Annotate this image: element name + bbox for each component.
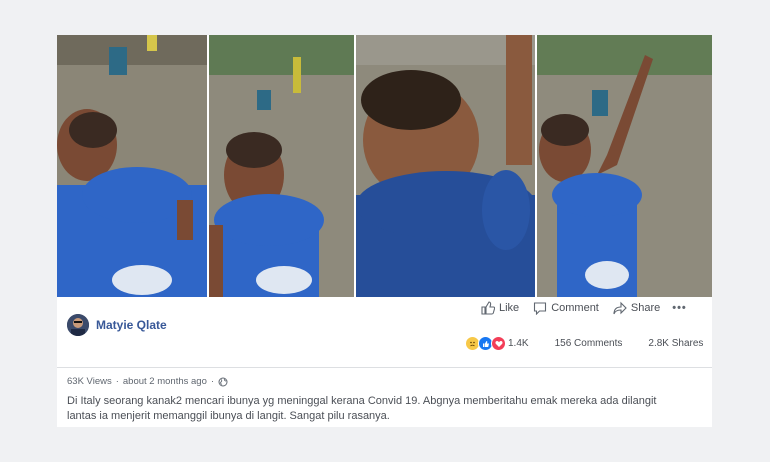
- video-thumbnail[interactable]: [57, 35, 712, 297]
- like-label: Like: [499, 302, 520, 314]
- video-frame-4: [537, 35, 712, 297]
- view-count: 63K Views: [67, 376, 112, 387]
- poster-name[interactable]: Matyie Qlate: [96, 318, 167, 332]
- post-meta: 63K Views · about 2 months ago ·: [67, 376, 228, 387]
- caption-line-1: Di Italy seorang kanak2 mencari ibunya y…: [67, 395, 657, 407]
- meta-separator: ·: [115, 376, 119, 387]
- share-button[interactable]: Share: [613, 301, 660, 315]
- comment-label: Comment: [551, 302, 599, 314]
- facebook-post: Matyie Qlate Like Comment Share ••• 1.4K…: [57, 35, 712, 427]
- like-button[interactable]: Like: [481, 301, 519, 315]
- share-label: Share: [630, 302, 661, 314]
- caption-line-2: lantas ia menjerit memanggil ibunya di l…: [67, 410, 390, 422]
- divider: [57, 367, 712, 368]
- love-reaction-icon: [491, 336, 506, 351]
- meta-separator-2: ·: [210, 376, 215, 387]
- action-bar: Like Comment Share •••: [481, 301, 687, 315]
- reactions-count[interactable]: 1.4K: [508, 338, 529, 349]
- globe-icon: [218, 377, 228, 386]
- speech-bubble-icon: [534, 302, 547, 315]
- post-caption: Di Italy seorang kanak2 mencari ibunya y…: [67, 394, 707, 424]
- shares-count[interactable]: 2.8K Shares: [648, 338, 703, 349]
- comment-button[interactable]: Comment: [533, 301, 599, 315]
- reaction-icons[interactable]: [465, 336, 506, 351]
- post-author: Matyie Qlate: [67, 314, 167, 336]
- video-frame-1: [57, 35, 208, 297]
- video-frame-2: [209, 35, 355, 297]
- share-arrow-icon: [613, 301, 627, 315]
- avatar[interactable]: [67, 314, 89, 336]
- engagement-stats: 1.4K 156 Comments 2.8K Shares: [465, 336, 703, 351]
- video-frame-3: [356, 35, 536, 297]
- thumbs-up-icon: [481, 301, 495, 315]
- post-timestamp[interactable]: about 2 months ago: [123, 376, 207, 387]
- more-options-button[interactable]: •••: [672, 302, 687, 314]
- comments-count[interactable]: 156 Comments: [555, 338, 623, 349]
